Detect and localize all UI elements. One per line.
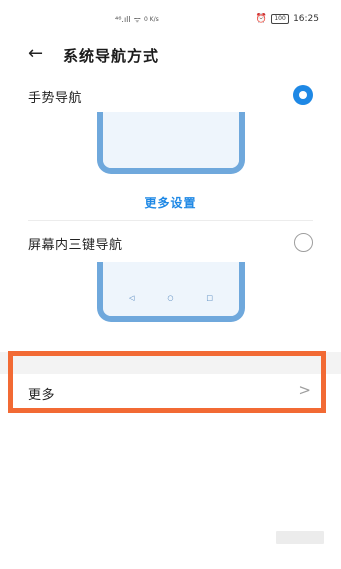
divider: [28, 220, 313, 221]
three-key-phone-illustration: ◁ ○ □: [97, 262, 245, 322]
status-bar-left: ⁴⁶.ıll ᯤ 0 K/s: [115, 14, 159, 25]
highlight-box: [8, 351, 326, 413]
gesture-navigation-radio[interactable]: [293, 85, 313, 105]
gesture-navigation-label[interactable]: 手势导航: [28, 87, 82, 106]
phone-screen: [103, 112, 239, 168]
navigation-keys: ◁ ○ □: [129, 294, 213, 302]
back-key-icon: ◁: [129, 294, 135, 302]
status-bar-right: ⏰ 100 16:25: [256, 14, 319, 24]
more-settings-link[interactable]: 更多设置: [0, 194, 341, 211]
battery-icon: 100: [271, 14, 290, 24]
gesture-phone-illustration: [97, 112, 245, 174]
network-speed: 0 K/s: [143, 16, 159, 23]
signal-icon: ⁴⁶.ıll: [115, 15, 131, 24]
alarm-icon: ⏰: [255, 14, 268, 24]
three-key-navigation-label[interactable]: 屏幕内三键导航: [28, 234, 123, 253]
back-arrow-icon[interactable]: ←: [28, 44, 43, 64]
recent-key-icon: □: [206, 294, 213, 302]
home-key-icon: ○: [167, 294, 174, 302]
status-time: 16:25: [293, 14, 319, 24]
wifi-icon: ᯤ: [133, 15, 141, 24]
page-title: 系统导航方式: [63, 47, 160, 65]
watermark: [276, 531, 324, 544]
phone-screen: [103, 262, 239, 316]
three-key-navigation-radio[interactable]: [294, 233, 313, 252]
